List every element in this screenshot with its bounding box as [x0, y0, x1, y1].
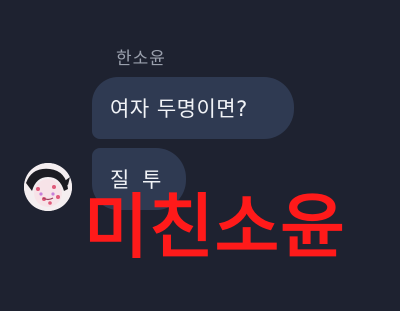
profile-avatar-icon [24, 163, 72, 211]
avatar[interactable] [24, 163, 72, 211]
message-bubble[interactable]: 여자 두명이면? [92, 77, 294, 139]
overlay-caption: 미친소윤 [84, 186, 346, 268]
chat-area: 한소윤 여자 두명이면? 질 투 미친소윤 [0, 0, 400, 311]
sender-name: 한소윤 [116, 49, 166, 69]
